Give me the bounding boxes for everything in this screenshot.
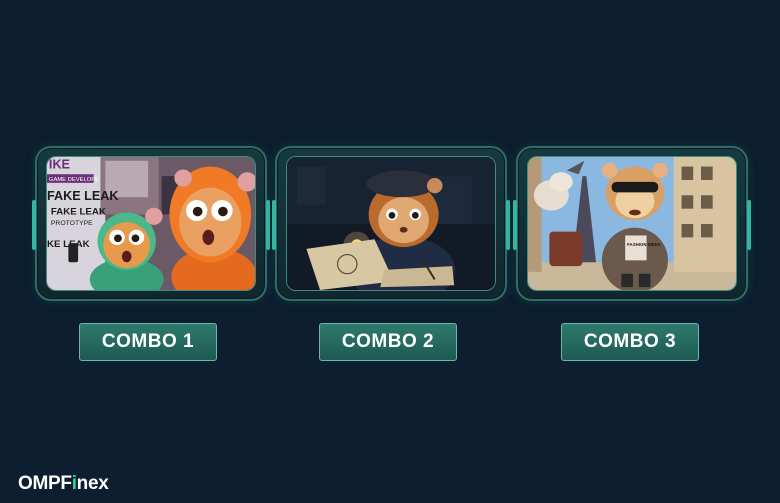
poster-text: PROTOTYPE [51, 220, 93, 227]
combo-3-illustration: FASHION WEEK [528, 157, 736, 290]
combo-1-image: IKE GAME DEVELOPE FAKE LEAK FAKE LEAK PR… [46, 156, 256, 291]
brand-prefix: OMPF [18, 473, 72, 494]
combo-1-button[interactable]: COMBO 1 [79, 323, 217, 361]
combo-2-illustration [287, 157, 495, 290]
brand-logo: OMPFinex [18, 473, 109, 495]
poster-text: FAKE LEAK [47, 189, 118, 203]
combo-3-image: FASHION WEEK [527, 156, 737, 291]
brand-suffix: nex [76, 473, 109, 494]
poster-text: IKE [49, 158, 70, 172]
shirt-text: FASHION WEEK [627, 242, 662, 247]
combo-card-3: FASHION WEEK [513, 146, 751, 301]
poster-text: GAME DEVELOPE [49, 177, 99, 183]
poster-text: FAKE LEAK [51, 206, 106, 217]
poster-text: KE LEAK [47, 239, 90, 250]
combo-3-button[interactable]: COMBO 3 [561, 323, 699, 361]
combo-card-1: IKE GAME DEVELOPE FAKE LEAK FAKE LEAK PR… [32, 146, 270, 301]
combo-2-image [286, 156, 496, 291]
combo-card-2 [272, 146, 510, 301]
combo-1-illustration: IKE GAME DEVELOPE FAKE LEAK FAKE LEAK PR… [47, 157, 255, 290]
combo-2-button[interactable]: COMBO 2 [319, 323, 457, 361]
